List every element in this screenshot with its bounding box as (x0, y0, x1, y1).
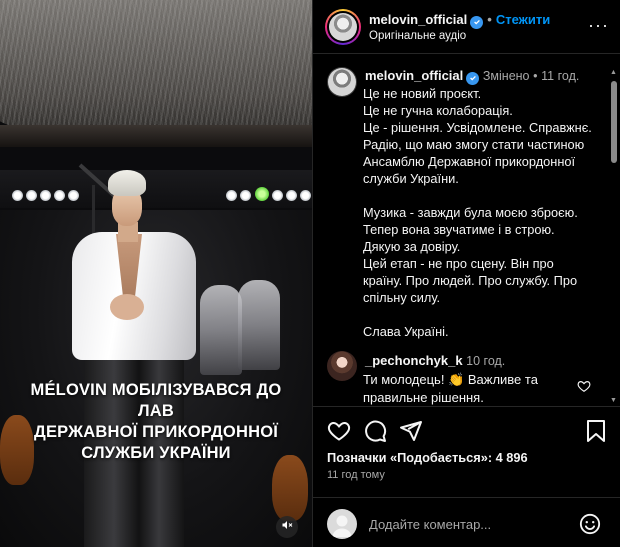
caption-line: спільну силу. (363, 290, 441, 305)
video-caption-line: MÉLOVIN МОБІЛІЗУВАВСЯ ДО ЛАВ (30, 381, 282, 420)
verified-icon (466, 71, 480, 85)
post-panel: melovin_official • Стежити Оригінальне ауд… (312, 0, 620, 547)
heart-icon[interactable] (327, 419, 351, 448)
caption-line: Музика - завжди була моєю зброєю. (363, 205, 578, 220)
mute-button[interactable] (276, 516, 298, 538)
post-timestamp[interactable]: 11 год тому (327, 469, 385, 481)
emoji-icon[interactable] (579, 513, 601, 540)
comment-header: _pechonchyk_k 10 год. (365, 353, 505, 368)
likes-count[interactable]: Позначки «Подобається»: 4 896 (327, 450, 528, 465)
caption-line: країну. Про людей. Про службу. Про (363, 273, 578, 288)
caption-username[interactable]: melovin_official (365, 68, 463, 83)
comments-scrollbar[interactable]: ▲ ▼ (610, 69, 618, 404)
edited-label: Змінено (482, 69, 530, 83)
bookmark-icon[interactable] (585, 419, 607, 448)
caption-line (363, 306, 613, 323)
add-comment-bar (313, 497, 620, 547)
video-caption-line: ДЕРЖАВНОЇ ПРИКОРДОННОЇ (34, 423, 278, 441)
comment-avatar[interactable] (327, 351, 357, 381)
video-caption: MÉLOVIN МОБІЛІЗУВАВСЯ ДО ЛАВ ДЕРЖАВНОЇ П… (14, 380, 298, 464)
caption-line: Слава Україні. (363, 324, 449, 339)
caption-line: Цей етап - не про сцену. Він про (363, 256, 554, 271)
caption-text: Це не новий проєкт. Це не гучна колабора… (363, 85, 613, 340)
caption-line: Ансамблю Державної прикордонної (363, 154, 576, 169)
caption-time[interactable]: 11 год. (541, 69, 579, 83)
follow-button[interactable]: Стежити (496, 12, 550, 27)
avatar[interactable] (329, 13, 357, 41)
caption-avatar[interactable] (327, 67, 357, 97)
comment-text: Ти молодець! 👏 Важливе та правильне ріше… (363, 371, 593, 406)
caption-line: служби України. (363, 171, 459, 186)
comments-area: melovin_official Змінено • 11 год. Це не… (313, 55, 620, 406)
scroll-down-arrow-icon[interactable]: ▼ (610, 397, 617, 404)
caption-line: Тепер вона звучатиме і в строю. (363, 222, 555, 237)
caption-line: Це не новий проєкт. (363, 86, 482, 101)
story-ring[interactable] (325, 9, 361, 45)
comment-line: Ти молодець! 👏 Важливе та (363, 372, 538, 387)
action-bar (313, 406, 620, 446)
post-media[interactable]: MÉLOVIN МОБІЛІЗУВАВСЯ ДО ЛАВ ДЕРЖАВНОЇ П… (0, 0, 312, 547)
stage-roof (0, 0, 312, 140)
post-header: melovin_official • Стежити Оригінальне ауд… (313, 0, 620, 54)
more-icon[interactable]: ··· (588, 15, 609, 36)
share-icon[interactable] (399, 419, 423, 448)
video-caption-line: СЛУЖБИ УКРАЇНИ (81, 444, 231, 462)
separator-dot: • (533, 69, 538, 83)
caption-line: Радію, що маю змогу стати частиною (363, 137, 585, 152)
caption-line: Це - рішення. Усвідомлене. Справжнє. (363, 120, 592, 135)
original-audio-link[interactable]: Оригінальне аудіо (369, 30, 466, 42)
header-username[interactable]: melovin_official (369, 12, 467, 27)
comment-line: правильне рішення. (363, 390, 484, 405)
separator-dot: • (487, 12, 492, 27)
caption-line: Дякую за довіру. (363, 239, 461, 254)
caption-header: melovin_official Змінено • 11 год. (365, 68, 579, 85)
add-comment-input[interactable] (369, 513, 569, 535)
comment-like-heart-icon[interactable] (577, 379, 591, 398)
current-user-avatar (327, 509, 357, 539)
caption-line (363, 187, 613, 204)
comment-icon[interactable] (363, 419, 387, 448)
choir-singer (200, 285, 242, 375)
performer (70, 170, 200, 547)
verified-icon (470, 15, 484, 29)
caption-line: Це не гучна колаборація. (363, 103, 513, 118)
scrollbar-thumb[interactable] (611, 81, 617, 163)
choir-singer (238, 280, 280, 370)
scroll-up-arrow-icon[interactable]: ▲ (610, 69, 617, 76)
comment-username[interactable]: _pechonchyk_k (365, 353, 463, 368)
mute-icon (281, 518, 293, 536)
comment-time: 10 год. (466, 354, 506, 368)
cello (272, 455, 308, 521)
